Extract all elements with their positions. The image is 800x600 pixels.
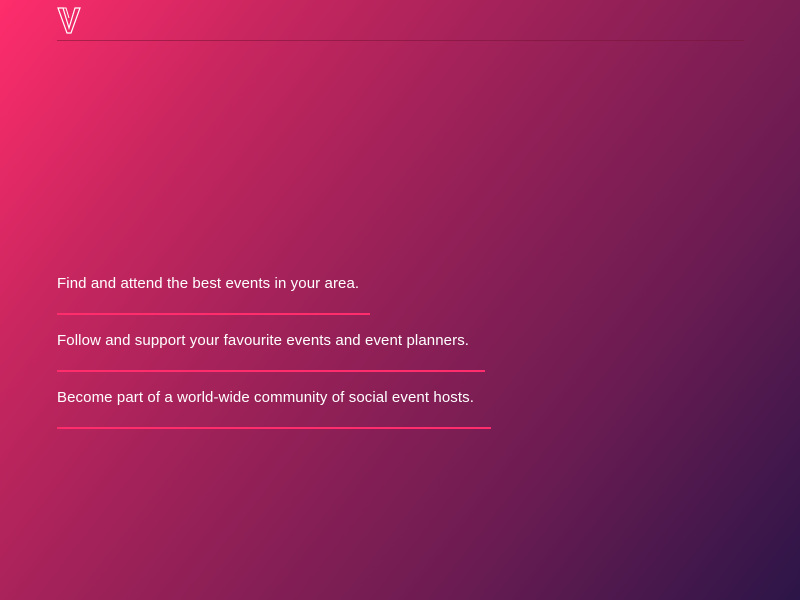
feature-list: Find and attend the best events in your … bbox=[57, 275, 491, 446]
feature-item: Become part of a world-wide community of… bbox=[57, 389, 491, 429]
v-logo-icon bbox=[57, 7, 81, 34]
feature-underline bbox=[57, 427, 491, 429]
header-divider bbox=[57, 40, 744, 41]
feature-underline bbox=[57, 313, 370, 315]
feature-item: Follow and support your favourite events… bbox=[57, 332, 491, 372]
feature-item: Find and attend the best events in your … bbox=[57, 275, 491, 315]
feature-text: Follow and support your favourite events… bbox=[57, 332, 470, 349]
feature-text: Find and attend the best events in your … bbox=[57, 275, 360, 292]
feature-text: Become part of a world-wide community of… bbox=[57, 389, 475, 406]
feature-underline bbox=[57, 370, 485, 372]
